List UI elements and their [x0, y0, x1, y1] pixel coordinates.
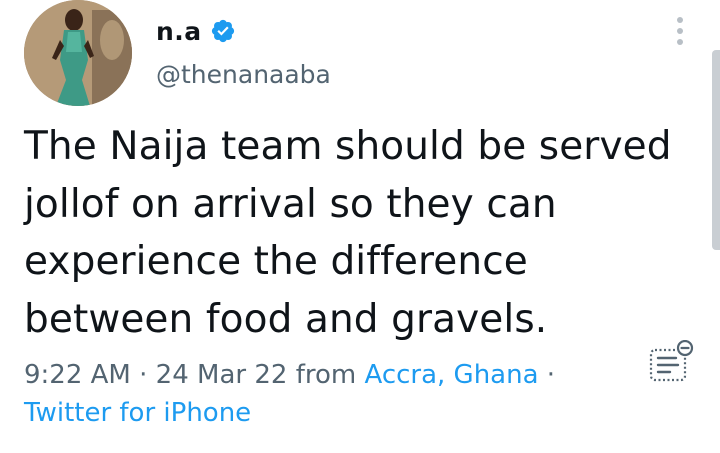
tweet-text-line: experience the difference	[24, 239, 528, 284]
meta-separator: ·	[538, 360, 556, 390]
more-vertical-icon-dot	[677, 39, 683, 45]
meta-separator: ·	[130, 360, 156, 390]
more-vertical-icon-dot	[677, 28, 683, 34]
author-handle[interactable]: @thenanaaba	[156, 60, 331, 89]
tweet-meta: 9:22 AM · 24 Mar 22 from Accra, Ghana · …	[24, 356, 624, 432]
text-summary-icon	[649, 339, 694, 382]
author-name-row: n.a	[156, 14, 236, 48]
meta-from: from	[287, 360, 365, 390]
tweet-source-link[interactable]: Twitter for iPhone	[24, 398, 251, 428]
more-vertical-icon-dot	[677, 17, 683, 23]
tweet-time[interactable]: 9:22 AM	[24, 360, 131, 390]
avatar-photo	[24, 0, 132, 106]
text-summary-button[interactable]	[648, 339, 694, 386]
verified-badge-icon	[210, 18, 236, 44]
avatar[interactable]	[24, 0, 132, 106]
author-display-name[interactable]: n.a	[156, 17, 202, 46]
tweet-location-link[interactable]: Accra, Ghana	[364, 360, 538, 390]
tweet-date[interactable]: 24 Mar 22	[156, 360, 288, 390]
tweet-text-line: between food and gravels.	[24, 296, 548, 342]
more-options-button[interactable]	[668, 14, 692, 48]
scrollbar[interactable]	[712, 50, 720, 250]
tweet-text-line: The Naija team should be served	[24, 124, 672, 169]
tweet-text: The Naija team should be served jollof o…	[24, 118, 684, 348]
tweet-text-line: jollof on arrival so they can	[24, 181, 557, 227]
